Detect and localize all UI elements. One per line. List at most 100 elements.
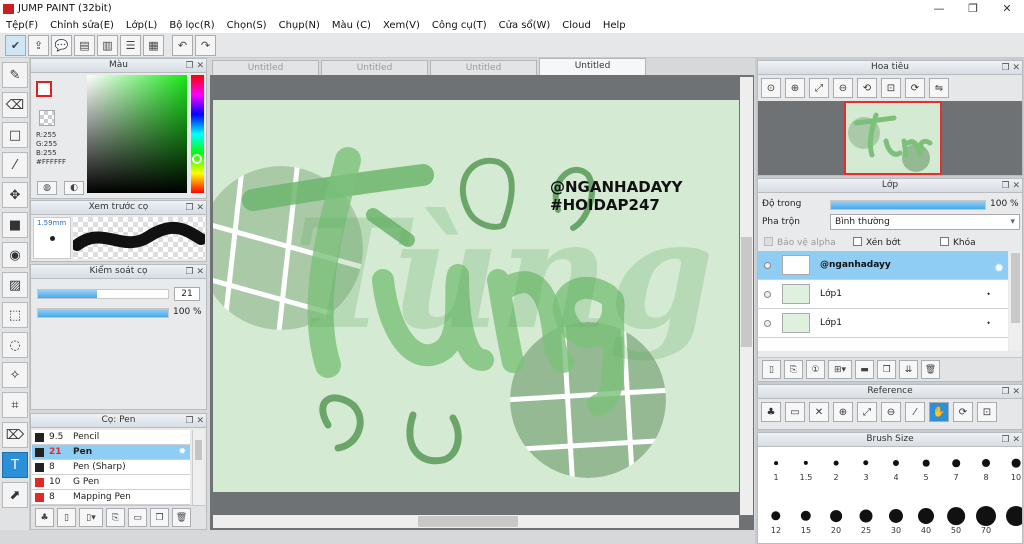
- brush-size-input[interactable]: 21: [174, 287, 200, 301]
- visibility-dot-icon[interactable]: [764, 261, 771, 269]
- panel-buttons[interactable]: ❐ ✕: [186, 266, 204, 279]
- zoom-out-icon[interactable]: ⊖: [881, 402, 901, 422]
- new-brush-icon[interactable]: ▯: [57, 508, 76, 527]
- menu-file[interactable]: Tệp(F): [6, 20, 38, 31]
- tab-untitled-2[interactable]: Untitled: [321, 60, 428, 75]
- brush-item-pen-sharp[interactable]: 8 Pen (Sharp): [32, 460, 190, 475]
- brush-size-option[interactable]: 2: [821, 451, 851, 485]
- menu-tools[interactable]: Công cụ(T): [432, 20, 487, 31]
- layer-one-icon[interactable]: ①: [806, 360, 825, 379]
- layer-row-lop1-a[interactable]: Lớp1 ⬩: [758, 280, 1008, 309]
- rotate-left-icon[interactable]: ⟲: [857, 78, 877, 98]
- menu-window[interactable]: Cửa sổ(W): [499, 20, 551, 31]
- layer-row-lop1-b[interactable]: Lớp1 ⬩: [758, 309, 1008, 338]
- brush-size-option[interactable]: 50: [941, 504, 971, 538]
- folder-icon[interactable]: ▭: [128, 508, 147, 527]
- menu-help[interactable]: Help: [603, 20, 626, 31]
- brush-item-g-pen[interactable]: 10 G Pen: [32, 475, 190, 490]
- brush-size-option[interactable]: 1: [761, 451, 791, 485]
- rect-select-tool-icon[interactable]: ⬚: [2, 302, 28, 328]
- rotate-right-icon[interactable]: ⟳: [905, 78, 925, 98]
- export-icon[interactable]: ⇪: [28, 35, 49, 56]
- brush-size-option[interactable]: 70: [971, 504, 1001, 538]
- brush-list-scrollbar[interactable]: [192, 430, 204, 506]
- eraser-tool-icon[interactable]: ⌫: [2, 92, 28, 118]
- brush-item-mapping-pen[interactable]: 8 Mapping Pen: [32, 490, 190, 505]
- message-icon[interactable]: ▤: [74, 35, 95, 56]
- add-layer-menu-icon[interactable]: ⊞▾: [828, 360, 852, 379]
- clip-checkbox[interactable]: Xén bớt: [853, 237, 901, 248]
- blend-mode-select[interactable]: Bình thường ▾: [830, 214, 1020, 230]
- canvas-horizontal-scrollbar[interactable]: [213, 515, 739, 528]
- grid-icon[interactable]: ▦: [143, 35, 164, 56]
- magic-wand-tool-icon[interactable]: ✧: [2, 362, 28, 388]
- brush-size-option[interactable]: 20: [821, 504, 851, 538]
- gear-icon[interactable]: ✹: [994, 261, 1004, 275]
- panel-buttons[interactable]: ❐ ✕: [1002, 434, 1020, 447]
- brush-size-option[interactable]: 8: [971, 451, 1001, 485]
- tab-untitled-3[interactable]: Untitled: [430, 60, 537, 75]
- visibility-dot-icon[interactable]: [764, 319, 771, 327]
- palette-icon[interactable]: ◍: [37, 181, 57, 195]
- open-folder-icon[interactable]: ▭: [785, 402, 805, 422]
- text-tool-icon[interactable]: T: [2, 452, 28, 478]
- fill-rect-tool-icon[interactable]: ■: [2, 212, 28, 238]
- rotate-icon[interactable]: ⟳: [953, 402, 973, 422]
- eyedropper-icon[interactable]: ⁄: [905, 402, 925, 422]
- brush-tree-icon[interactable]: ♣: [35, 508, 54, 527]
- move-tool-icon[interactable]: ✥: [2, 182, 28, 208]
- brush-size-option[interactable]: 12: [761, 504, 791, 538]
- brush-size-option[interactable]: 3: [851, 451, 881, 485]
- folder-icon[interactable]: ▬: [855, 360, 874, 379]
- brush-item-pencil[interactable]: 9.5 Pencil: [32, 430, 190, 445]
- menu-view[interactable]: Xem(V): [383, 20, 420, 31]
- reference-tree-icon[interactable]: ♣: [761, 402, 781, 422]
- copy-brush-icon[interactable]: ⎘: [106, 508, 125, 527]
- hue-handle[interactable]: [192, 154, 202, 164]
- fit-icon[interactable]: ⤢: [857, 402, 877, 422]
- zoom-out-icon[interactable]: ⊖: [833, 78, 853, 98]
- zoom-in-icon[interactable]: ⊕: [785, 78, 805, 98]
- gradient-tool-icon[interactable]: ▨: [2, 272, 28, 298]
- close-reference-icon[interactable]: ✕: [809, 402, 829, 422]
- panel-buttons[interactable]: ❐ ✕: [1002, 386, 1020, 399]
- lasso-tool-icon[interactable]: ◌: [2, 332, 28, 358]
- panel-buttons[interactable]: ❐ ✕: [186, 415, 204, 428]
- menu-select[interactable]: Chọn(S): [227, 20, 267, 31]
- panel-buttons[interactable]: ❐ ✕: [186, 60, 204, 73]
- color-wheel-icon[interactable]: ◐: [64, 181, 84, 195]
- tab-untitled-4[interactable]: Untitled: [539, 58, 646, 75]
- brush-size-slider[interactable]: [37, 289, 169, 299]
- brush-item-pen[interactable]: 21 Pen ✹: [32, 445, 190, 460]
- brush-size-option[interactable]: 5: [911, 451, 941, 485]
- panel-buttons[interactable]: ❐ ✕: [1002, 180, 1020, 193]
- brush-tool-icon[interactable]: ✎: [2, 62, 28, 88]
- menu-capture[interactable]: Chụp(N): [279, 20, 320, 31]
- layer-opacity-slider[interactable]: [830, 200, 986, 210]
- rotate-reset-icon[interactable]: ⊡: [881, 78, 901, 98]
- brush-size-option[interactable]: 10: [1001, 451, 1022, 485]
- select-pen-tool-icon[interactable]: ⌗: [2, 392, 28, 418]
- layer-row-nganhadayy[interactable]: @nganhadayy: [758, 251, 1008, 280]
- fit-icon[interactable]: ⤢: [809, 78, 829, 98]
- menu-cloud[interactable]: Cloud: [562, 20, 591, 31]
- panel-buttons[interactable]: ❐ ✕: [186, 202, 204, 215]
- maximize-button[interactable]: ❐: [956, 0, 990, 17]
- eyedropper-tool-icon[interactable]: ⁄: [2, 152, 28, 178]
- brush-size-option[interactable]: 7: [941, 451, 971, 485]
- navigator-thumbnail[interactable]: [844, 101, 942, 175]
- close-button[interactable]: ✕: [990, 0, 1024, 17]
- brush-size-option[interactable]: 4: [881, 451, 911, 485]
- speech-bubble-icon[interactable]: 💬: [51, 35, 72, 56]
- brush-size-option[interactable]: [1001, 504, 1022, 538]
- flip-icon[interactable]: ⇋: [929, 78, 949, 98]
- protect-alpha-checkbox[interactable]: Bảo vệ alpha: [764, 237, 836, 248]
- visibility-dot-icon[interactable]: [764, 290, 771, 298]
- list-icon[interactable]: ☰: [120, 35, 141, 56]
- primary-color-swatch[interactable]: [36, 81, 52, 97]
- brush-size-option[interactable]: 25: [851, 504, 881, 538]
- saturation-value-picker[interactable]: [87, 75, 187, 193]
- gear-icon[interactable]: ✹: [178, 447, 186, 457]
- page-icon[interactable]: ▥: [97, 35, 118, 56]
- zoom-in-icon[interactable]: ⊕: [833, 402, 853, 422]
